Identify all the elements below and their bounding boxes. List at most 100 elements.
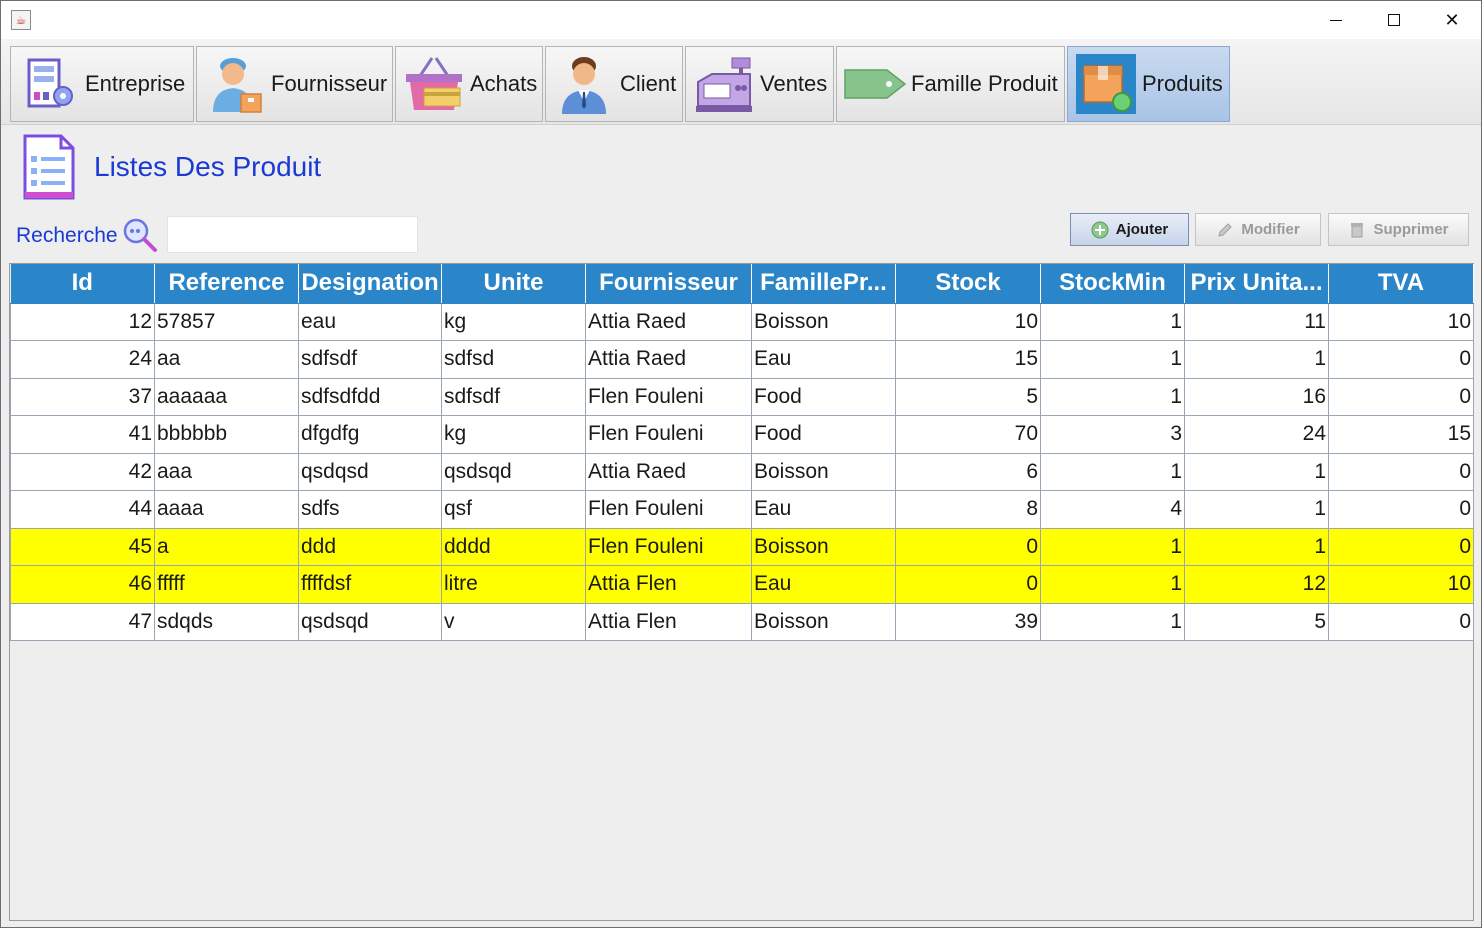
cell-stockmin[interactable]: 1 [1040,340,1185,379]
cell-famille[interactable]: Boisson [751,602,896,641]
cell-stockmin[interactable]: 1 [1040,452,1185,491]
cell-stock[interactable]: 70 [895,415,1041,454]
cell-fournisseur[interactable]: Attia Flen [585,602,752,641]
table-row[interactable]: 37 aaaaaa sdfsdfdd sdfsdf Flen Fouleni Food 5 1… [10,377,1474,416]
cell-tva[interactable]: 0 [1328,340,1474,379]
table-row[interactable]: 41 bbbbbb dfgdfg kg Flen Fouleni Food 70 3 24 15 [10,415,1474,454]
cell-id[interactable]: 37 [10,377,155,416]
cell-id[interactable]: 41 [10,415,155,454]
cell-prix[interactable]: 11 [1184,302,1329,341]
cell-id[interactable]: 12 [10,302,155,341]
cell-fournisseur[interactable]: Attia Raed [585,452,752,491]
cell-fournisseur[interactable]: Attia Flen [585,565,752,604]
column-header-reference[interactable]: Reference [154,264,299,304]
cell-unite[interactable]: litre [441,565,586,604]
cell-fournisseur[interactable]: Attia Raed [585,340,752,379]
cell-tva[interactable]: 0 [1328,377,1474,416]
delete-button[interactable]: Supprimer [1328,213,1469,246]
cell-prix[interactable]: 1 [1184,340,1329,379]
cell-id[interactable]: 45 [10,527,155,566]
cell-reference[interactable]: aaaa [154,490,299,529]
cell-designation[interactable]: dfgdfg [298,415,442,454]
add-button[interactable]: Ajouter [1070,213,1189,246]
cell-fournisseur[interactable]: Flen Fouleni [585,415,752,454]
cell-stock[interactable]: 0 [895,527,1041,566]
cell-designation[interactable]: ddd [298,527,442,566]
cell-unite[interactable]: kg [441,302,586,341]
column-header-id[interactable]: Id [10,264,155,304]
cell-designation[interactable]: sdfsdfdd [298,377,442,416]
cell-famille[interactable]: Food [751,377,896,416]
cell-designation[interactable]: eau [298,302,442,341]
cell-reference[interactable]: bbbbbb [154,415,299,454]
cell-prix[interactable]: 5 [1184,602,1329,641]
cell-stockmin[interactable]: 3 [1040,415,1185,454]
column-header-stockmin[interactable]: StockMin [1040,264,1185,304]
cell-reference[interactable]: aa [154,340,299,379]
cell-unite[interactable]: dddd [441,527,586,566]
column-header-fournisseur[interactable]: Fournisseur [585,264,752,304]
cell-stock[interactable]: 15 [895,340,1041,379]
table-row[interactable]: 12 57857 eau kg Attia Raed Boisson 10 1 11 10 [10,302,1474,341]
cell-famille[interactable]: Eau [751,340,896,379]
table-row[interactable]: 45 a ddd dddd Flen Fouleni Boisson 0 1 1 0 [10,527,1474,566]
cell-stockmin[interactable]: 1 [1040,377,1185,416]
cell-famille[interactable]: Eau [751,490,896,529]
cell-fournisseur[interactable]: Flen Fouleni [585,377,752,416]
cell-reference[interactable]: 57857 [154,302,299,341]
cell-famille[interactable]: Eau [751,565,896,604]
cell-tva[interactable]: 0 [1328,490,1474,529]
cell-id[interactable]: 46 [10,565,155,604]
cell-tva[interactable]: 15 [1328,415,1474,454]
cell-unite[interactable]: kg [441,415,586,454]
cell-fournisseur[interactable]: Flen Fouleni [585,527,752,566]
cell-prix[interactable]: 12 [1184,565,1329,604]
cell-tva[interactable]: 10 [1328,302,1474,341]
cell-stockmin[interactable]: 1 [1040,527,1185,566]
cell-id[interactable]: 47 [10,602,155,641]
close-icon[interactable]: ✕ [1423,1,1481,39]
cell-stockmin[interactable]: 1 [1040,565,1185,604]
cell-id[interactable]: 42 [10,452,155,491]
minimize-icon[interactable] [1307,1,1365,39]
tab-produits[interactable]: Produits [1067,46,1230,122]
column-header-stock[interactable]: Stock [895,264,1041,304]
tab-entreprise[interactable]: Entreprise [10,46,194,122]
tab-achats[interactable]: Achats [395,46,543,122]
cell-unite[interactable]: v [441,602,586,641]
cell-unite[interactable]: qsdsqd [441,452,586,491]
cell-unite[interactable]: sdfsdf [441,377,586,416]
tab-client[interactable]: Client [545,46,683,122]
cell-tva[interactable]: 0 [1328,602,1474,641]
cell-stock[interactable]: 0 [895,565,1041,604]
maximize-icon[interactable] [1365,1,1423,39]
cell-reference[interactable]: a [154,527,299,566]
tab-famille-produit[interactable]: Famille Produit [836,46,1065,122]
edit-button[interactable]: Modifier [1195,213,1321,246]
cell-tva[interactable]: 0 [1328,527,1474,566]
cell-famille[interactable]: Boisson [751,452,896,491]
cell-tva[interactable]: 0 [1328,452,1474,491]
cell-stock[interactable]: 8 [895,490,1041,529]
table-row[interactable]: 24 aa sdfsdf sdfsd Attia Raed Eau 15 1 1 0 [10,340,1474,379]
column-header-unite[interactable]: Unite [441,264,586,304]
cell-reference[interactable]: aaa [154,452,299,491]
cell-fournisseur[interactable]: Attia Raed [585,302,752,341]
cell-stockmin[interactable]: 1 [1040,602,1185,641]
cell-prix[interactable]: 16 [1184,377,1329,416]
search-input[interactable] [167,216,418,253]
table-row[interactable]: 47 sdqds qsdsqd v Attia Flen Boisson 39 1 5 0 [10,602,1474,641]
cell-id[interactable]: 44 [10,490,155,529]
tab-fournisseur[interactable]: Fournisseur [196,46,393,122]
cell-designation[interactable]: sdfs [298,490,442,529]
column-header-designation[interactable]: Designation [298,264,442,304]
cell-unite[interactable]: qsf [441,490,586,529]
column-header-tva[interactable]: TVA [1328,264,1474,304]
cell-designation[interactable]: qsdqsd [298,452,442,491]
cell-prix[interactable]: 1 [1184,527,1329,566]
column-header-prix[interactable]: Prix Unita... [1184,264,1329,304]
table-row[interactable]: 42 aaa qsdqsd qsdsqd Attia Raed Boisson 6 1 1 0 [10,452,1474,491]
cell-famille[interactable]: Food [751,415,896,454]
cell-reference[interactable]: aaaaaa [154,377,299,416]
cell-designation[interactable]: qsdsqd [298,602,442,641]
